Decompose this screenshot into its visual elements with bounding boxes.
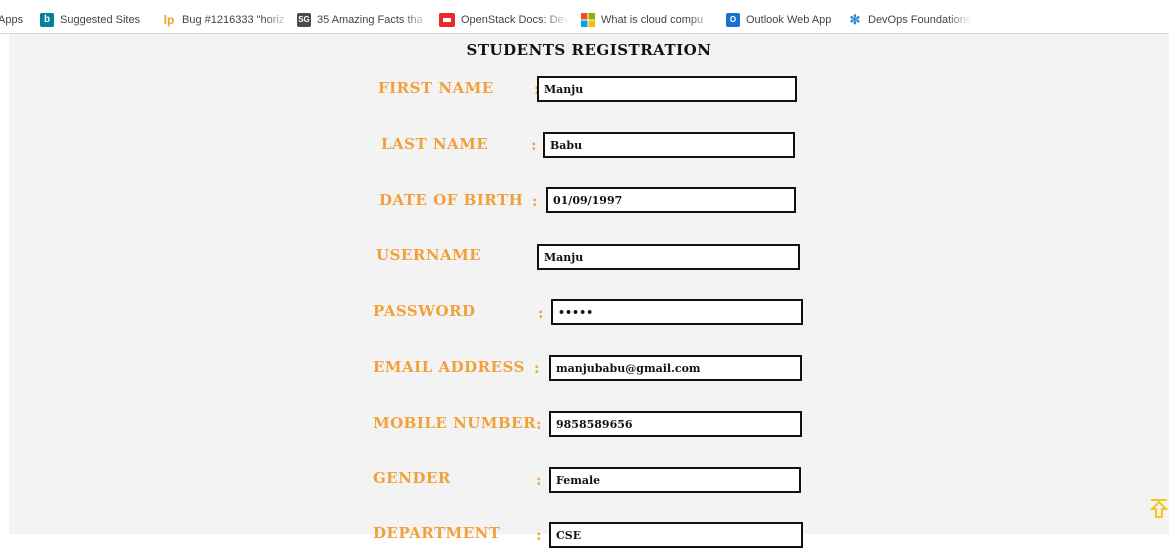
registration-page: STUDENTS REGISTRATION FIRST NAME : Manju… [9,34,1169,548]
colon: : [534,359,540,377]
bookmark-label: OpenStack Docs: Dev [461,14,569,26]
scroll-to-top-button[interactable] [1149,498,1169,520]
gender-select[interactable]: Female [549,467,801,493]
email-address-label: EMAIL ADDRESS [373,358,525,376]
mobile-number-input[interactable]: 9858589656 [549,411,802,437]
first-name-label: FIRST NAME [378,79,494,97]
username-input[interactable]: Manju [537,244,800,270]
bing-icon: b [40,13,54,27]
last-name-label: LAST NAME [381,135,489,153]
bookmark-apps[interactable]: Apps [0,12,23,28]
bookmark-openstack[interactable]: OpenStack Docs: Dev [439,12,569,28]
sg-icon: SG [297,13,311,27]
bookmark-label: Suggested Sites [60,14,141,26]
arrow-up-icon [1149,499,1169,518]
colon: : [538,304,544,322]
password-input[interactable]: ••••• [551,299,803,325]
mobile-number-label: MOBILE NUMBER [373,414,537,432]
bookmark-label: Bug #1216333 "horiz [182,14,285,26]
department-label: DEPARTMENT [373,524,501,542]
colon: : [536,415,542,433]
openstack-shape [443,18,451,22]
snowflake-icon: ✻ [849,12,861,27]
date-of-birth-input[interactable]: 01/09/1997 [546,187,796,213]
date-of-birth-label: DATE OF BIRTH [379,191,524,209]
bookmark-label: What is cloud compu [601,14,704,26]
microsoft-icon [581,13,595,27]
microsoft-shape [581,13,595,27]
bookmark-label: DevOps Foundations [868,14,972,26]
bookmarks-bar: Apps b Suggested Sites lp Bug #1216333 "… [0,0,1169,34]
bookmark-outlook[interactable]: O Outlook Web App [726,12,831,28]
bookmark-amazing-facts[interactable]: SG 35 Amazing Facts tha [297,12,430,28]
outlook-icon: O [726,13,740,27]
username-label: USERNAME [376,246,482,264]
first-name-input[interactable]: Manju [537,76,797,102]
password-label: PASSWORD [373,302,476,320]
gender-label: GENDER [373,469,451,487]
department-select[interactable]: CSE [549,522,803,548]
bookmark-suggested-sites[interactable]: b Suggested Sites [40,12,140,28]
launchpad-icon: lp [163,13,175,27]
bookmark-devops[interactable]: ✻ DevOps Foundations [848,12,972,28]
bookmark-label: Outlook Web App [746,14,832,26]
last-name-input[interactable]: Babu [543,132,795,158]
email-input[interactable]: manjubabu@gmail.com [549,355,802,381]
bookmark-label: Apps [0,14,24,26]
colon: : [531,136,537,154]
openstack-icon [439,13,455,27]
colon: : [536,526,542,544]
colon: : [536,471,542,489]
bookmark-cloud-computing[interactable]: What is cloud compu [581,12,715,28]
bookmark-label: 35 Amazing Facts tha [317,14,423,26]
page-title: STUDENTS REGISTRATION [466,41,712,59]
colon: : [532,192,538,210]
bookmark-bug[interactable]: lp Bug #1216333 "horiz [162,12,290,28]
